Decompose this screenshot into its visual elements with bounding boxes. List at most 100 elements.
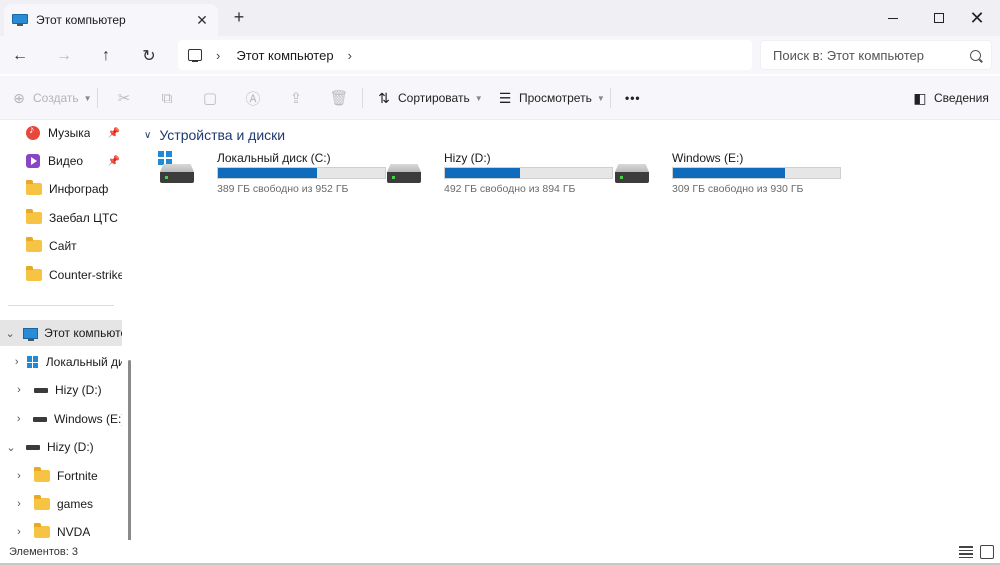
sidebar-item-site[interactable]: Сайт [0,233,122,259]
music-icon [26,124,40,140]
sidebar-item-games[interactable]: › games [0,491,122,517]
monitor-icon [188,49,202,62]
drive-icon [32,416,47,422]
tiles-view-icon[interactable] [980,545,994,559]
group-title: Устройства и диски [159,127,286,143]
pin-icon: 📌 [107,127,120,139]
items-count: Элементов: 3 [9,546,78,558]
chevron-down-icon: ▼ [83,93,92,103]
sidebar-item-video[interactable]: Видео 📌 [0,148,122,174]
folder-icon [34,523,50,538]
sidebar-item-drive-e[interactable]: › Windows (E:) [0,406,122,432]
search-box[interactable] [760,40,992,70]
navigation-bar: ← → ↑ ↻ › Этот компьютер › [0,36,1000,74]
drive-tile[interactable]: Локальный диск (C:) 389 ГБ свободно из 9… [154,150,386,195]
chevron-down-icon: ▼ [596,93,605,103]
sidebar-item-hizy-d[interactable]: ⌄ Hizy (D:) [0,434,122,460]
details-label: Сведения [934,91,989,105]
address-bar[interactable]: › Этот компьютер › [178,40,752,70]
sidebar-item-label: Hizy (D:) [47,440,94,454]
close-window-button[interactable]: ✕ [954,0,1000,36]
drive-usage-bar [217,167,386,179]
chevron-right-icon[interactable]: › [12,384,26,396]
more-options-button[interactable]: ••• [625,84,641,112]
details-button[interactable]: ◧ Сведения [912,84,989,112]
drive-icon [26,444,40,450]
sidebar-item-label: Сайт [49,239,77,253]
sidebar-item-music[interactable]: Музыка 📌 [0,120,122,146]
chevron-right-icon[interactable]: › [12,526,26,538]
chevron-down-icon[interactable]: ⌄ [4,327,16,340]
folder-icon [34,495,50,510]
forward-button[interactable]: → [50,42,78,70]
new-button[interactable]: ⊕ Создать ▼ [11,84,92,112]
view-button[interactable]: ☰ Просмотреть ▼ [497,84,605,112]
share-icon[interactable]: ⇪ [284,86,308,110]
windows-drive-icon [26,356,39,368]
sidebar-item-label: Музыка [48,126,91,140]
folder-icon [26,237,42,252]
rename-icon[interactable]: Ⓐ [241,86,265,110]
chevron-right-icon[interactable]: › [12,413,25,425]
back-button[interactable]: ← [6,42,34,70]
command-bar: ⊕ Создать ▼ ✂ ⧉ ▢ Ⓐ ⇪ 🗑 ⇅ Сортировать ▼ … [0,76,1000,120]
sidebar-item-label: Windows (E:) [53,412,122,426]
tab-this-pc[interactable]: Этот компьютер ✕ [4,4,218,36]
drive-tile[interactable]: Hizy (D:) 492 ГБ свободно из 894 ГБ [381,150,613,195]
details-view-icon[interactable] [959,545,973,559]
drive-free-space: 492 ГБ свободно из 894 ГБ [444,183,576,195]
folder-icon [26,266,42,281]
details-pane-icon: ◧ [913,89,927,106]
sidebar-item-fortnite[interactable]: › Fortnite [0,463,122,489]
sort-button[interactable]: ⇅ Сортировать ▼ [376,84,483,112]
close-icon: ✕ [969,7,985,28]
new-tab-button[interactable]: + [228,7,250,29]
drive-icon [385,158,423,188]
search-input[interactable] [773,47,970,63]
group-header[interactable]: ∨ Устройства и диски [144,127,285,143]
sidebar-item-label: NVDA [57,525,91,539]
status-bar: Элементов: 3 [0,541,1000,563]
computer-icon [23,327,39,341]
sort-label: Сортировать [398,91,470,105]
sidebar-item-this-pc[interactable]: ⌄ Этот компьютер [0,320,122,346]
copy-icon[interactable]: ⧉ [155,86,179,110]
paste-icon[interactable]: ▢ [198,86,222,110]
sidebar-item-nvda[interactable]: › NVDA [0,519,122,540]
sidebar-scrollbar[interactable] [128,360,131,540]
drive-free-space: 389 ГБ свободно из 952 ГБ [217,183,349,195]
sidebar-item-folder[interactable]: Заебал ЦТС [0,205,122,231]
sidebar-item-counter-strike[interactable]: Counter-strike 2 [0,262,122,288]
breadcrumb-this-pc[interactable]: Этот компьютер [236,48,333,63]
up-button[interactable]: ↑ [92,42,120,70]
chevron-right-icon[interactable]: › [12,470,26,482]
drive-usage-bar [672,167,841,179]
chevron-down-icon[interactable]: ⌄ [4,441,18,454]
divider [97,88,98,108]
breadcrumb-chevron-icon[interactable]: › [348,48,352,63]
minimize-button[interactable] [870,0,916,36]
drive-tile[interactable]: Windows (E:) 309 ГБ свободно из 930 ГБ [609,150,841,195]
breadcrumb-chevron-icon[interactable]: › [216,48,220,63]
folder-icon [26,180,42,195]
chevron-right-icon[interactable]: › [12,498,26,510]
drive-free-space: 309 ГБ свободно из 930 ГБ [672,183,804,195]
sidebar-item-drive-c[interactable]: › Локальный диск (C:) [0,349,122,375]
refresh-button[interactable]: ↻ [135,42,163,70]
search-icon[interactable] [970,49,981,61]
chevron-right-icon[interactable]: › [12,356,21,368]
drive-name: Windows (E:) [672,151,744,165]
sort-icon: ⇅ [378,89,390,106]
delete-icon[interactable]: 🗑 [327,86,351,110]
content-area: ∨ Устройства и диски Локальный диск (C:)… [140,120,1000,540]
cut-icon[interactable]: ✂ [112,86,136,110]
tab-title: Этот компьютер [36,13,126,27]
sidebar-item-infograph[interactable]: Инфограф [0,176,122,202]
tab-close-icon[interactable]: ✕ [192,10,212,30]
drive-icon [34,387,48,393]
folder-icon [34,467,50,482]
sidebar-item-drive-d[interactable]: › Hizy (D:) [0,377,122,403]
divider [362,88,363,108]
computer-icon [12,14,28,26]
drive-icon [613,158,651,188]
